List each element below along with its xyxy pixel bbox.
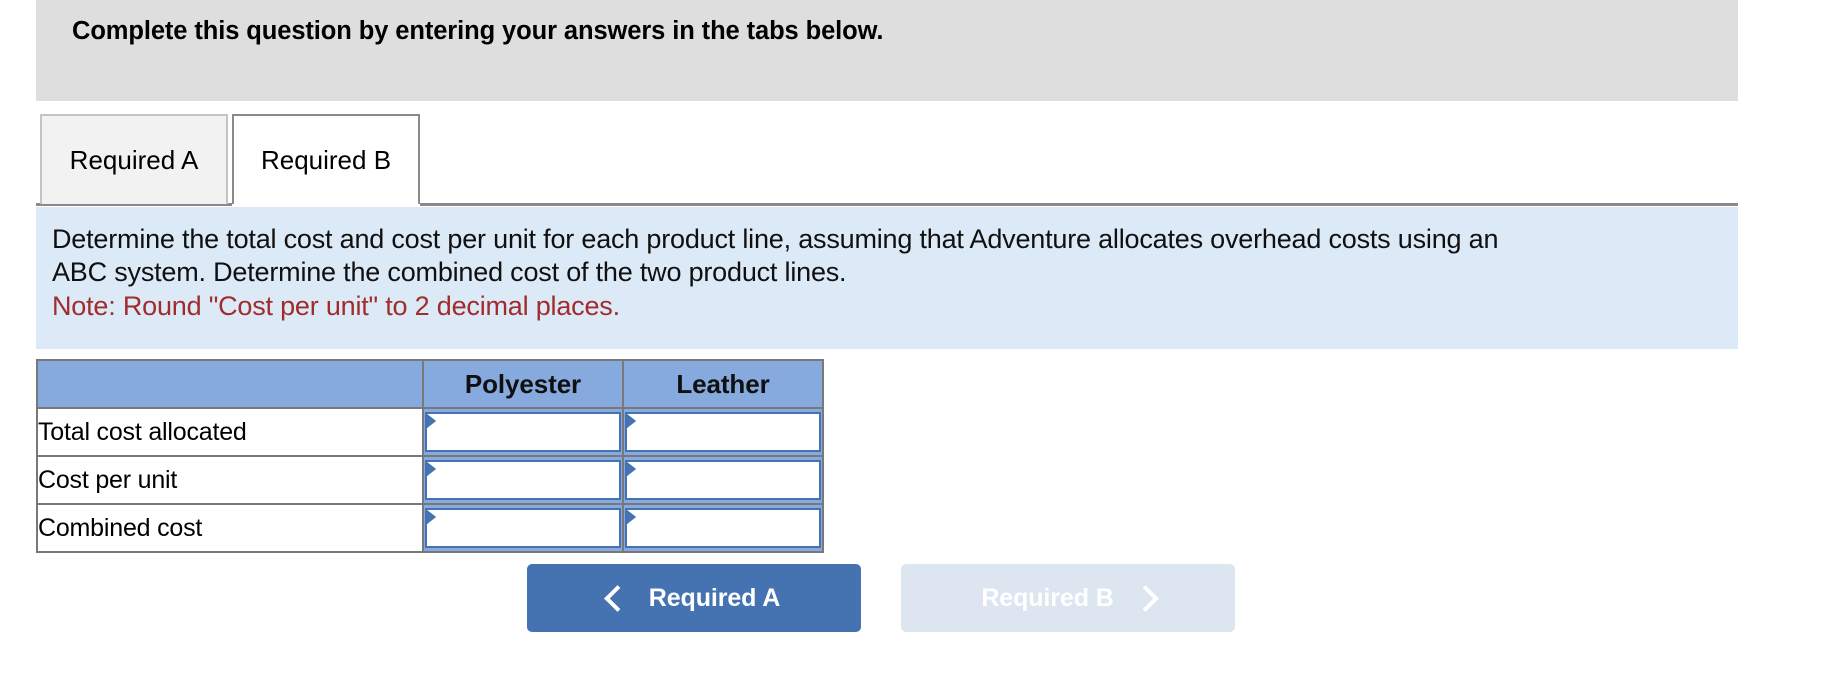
- table-header-row: Polyester Leather: [36, 359, 824, 409]
- table-row: Cost per unit: [36, 455, 824, 505]
- input-field-combined-cost-leather[interactable]: [627, 510, 819, 546]
- input-cost-per-unit-polyester[interactable]: [425, 460, 621, 500]
- cell-cost-per-unit-polyester: [422, 455, 624, 505]
- table-header-polyester: Polyester: [422, 359, 624, 409]
- cell-combined-cost-polyester: [422, 503, 624, 553]
- tab-required-a-label: Required A: [69, 144, 199, 175]
- input-cost-per-unit-leather[interactable]: [625, 460, 821, 500]
- table-header-leather: Leather: [622, 359, 824, 409]
- next-required-b-button[interactable]: Required B: [901, 564, 1235, 632]
- input-total-cost-allocated-leather[interactable]: [625, 412, 821, 452]
- instructions-note: Note: Round "Cost per unit" to 2 decimal…: [52, 291, 620, 321]
- row-label-combined-cost: Combined cost: [36, 503, 424, 553]
- navigation-bar: Required A Required B: [0, 564, 1836, 632]
- input-total-cost-allocated-polyester[interactable]: [425, 412, 621, 452]
- prev-required-a-label: Required A: [648, 583, 781, 612]
- tab-strip: Required A Required B: [0, 114, 1836, 207]
- tab-required-b[interactable]: Required B: [232, 114, 420, 207]
- tab-required-a[interactable]: Required A: [40, 114, 228, 204]
- input-combined-cost-polyester[interactable]: [425, 508, 621, 548]
- row-label-cost-per-unit: Cost per unit: [36, 455, 424, 505]
- table-row: Combined cost: [36, 503, 824, 553]
- instructions-panel: Determine the total cost and cost per un…: [36, 207, 1738, 349]
- input-field-total-cost-allocated-leather[interactable]: [627, 414, 819, 450]
- answer-table: Polyester Leather Total cost allocated C…: [36, 359, 824, 553]
- prev-required-a-button[interactable]: Required A: [527, 564, 861, 632]
- question-banner-title: Complete this question by entering your …: [72, 17, 884, 45]
- row-label-total-cost-allocated: Total cost allocated: [36, 407, 424, 457]
- next-required-b-label: Required B: [981, 583, 1114, 612]
- instructions-line-1: Determine the total cost and cost per un…: [52, 224, 1499, 254]
- cell-cost-per-unit-leather: [622, 455, 824, 505]
- tab-required-b-label: Required B: [260, 144, 392, 175]
- cell-total-cost-allocated-leather: [622, 407, 824, 457]
- input-combined-cost-leather[interactable]: [625, 508, 821, 548]
- cell-combined-cost-leather: [622, 503, 824, 553]
- table-header-blank: [36, 359, 424, 409]
- input-field-cost-per-unit-leather[interactable]: [627, 462, 819, 498]
- question-banner: Complete this question by entering your …: [36, 0, 1738, 101]
- input-field-combined-cost-polyester[interactable]: [427, 510, 619, 546]
- chevron-right-icon: [1131, 584, 1159, 612]
- table-row: Total cost allocated: [36, 407, 824, 457]
- cell-total-cost-allocated-polyester: [422, 407, 624, 457]
- input-field-total-cost-allocated-polyester[interactable]: [427, 414, 619, 450]
- chevron-left-icon: [603, 584, 631, 612]
- instructions-line-2: ABC system. Determine the combined cost …: [52, 257, 847, 287]
- input-field-cost-per-unit-polyester[interactable]: [427, 462, 619, 498]
